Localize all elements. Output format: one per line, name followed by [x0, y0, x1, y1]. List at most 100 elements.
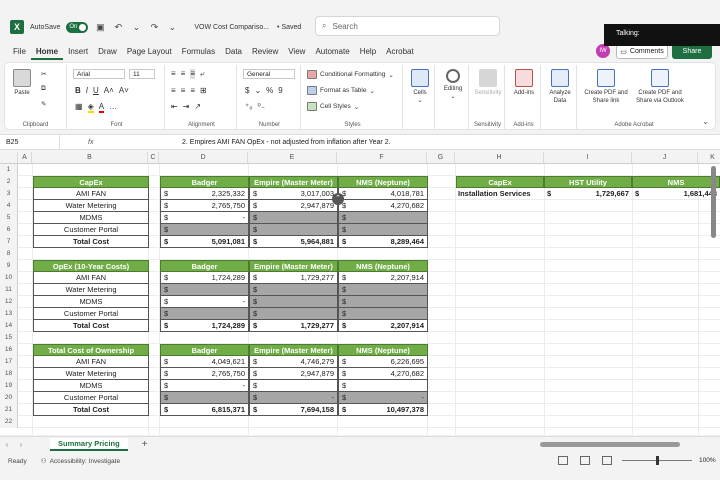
increase-indent-icon[interactable]: ⇥ [183, 102, 190, 111]
column-header[interactable]: E [248, 152, 337, 164]
worksheet-grid[interactable]: A B C D E F G H I J K 1 2 3 4 5 6 7 8 9 10 11 12 13 14 15 16 17 18 19… [0, 152, 720, 435]
capex-vendor-header[interactable]: Badger [160, 176, 249, 188]
tco-value-cell[interactable]: $ - [338, 392, 428, 404]
bold-icon[interactable]: B [75, 86, 81, 95]
capex-value-cell[interactable]: $2,765,750 [160, 200, 249, 212]
tco-value-cell[interactable]: $ [338, 380, 428, 392]
row-header[interactable]: 6 [0, 224, 18, 236]
tco-row-label[interactable]: MDMS [33, 380, 149, 392]
tab-view[interactable]: View [283, 44, 310, 60]
hst-value-cell[interactable]: $1,681,443 [632, 188, 720, 200]
tco-value-cell[interactable]: $4,270,682 [338, 368, 428, 380]
tab-file[interactable]: File [8, 44, 31, 60]
opex-row-label[interactable]: Water Metering [33, 284, 149, 296]
sheet-tab-summary-pricing[interactable]: Summary Pricing [50, 438, 128, 451]
page-layout-view-icon[interactable] [580, 456, 590, 465]
cut-button[interactable]: ✂ [41, 70, 46, 78]
opex-value-cell[interactable]: $2,207,914 [338, 272, 428, 284]
sensitivity-button[interactable]: Sensitivity [473, 69, 503, 97]
hst-value-cell[interactable]: $1,729,667 [544, 188, 632, 200]
add-sheet-button[interactable]: + [142, 439, 148, 450]
tab-review[interactable]: Review [247, 44, 283, 60]
hst-row-label[interactable]: Installation Services [458, 188, 544, 200]
conditional-formatting-button[interactable]: Conditional Formatting ⌄ [307, 70, 394, 79]
editing-button[interactable]: Editing ⌄ [439, 69, 467, 101]
fill-color-icon[interactable]: ◈ [87, 102, 94, 113]
opex-value-cell[interactable]: $ [160, 308, 249, 320]
italic-icon[interactable]: I [86, 86, 88, 95]
capex-value-cell[interactable]: $2,947,879 [249, 200, 338, 212]
capex-value-cell[interactable]: $ [338, 212, 428, 224]
column-header[interactable]: F [337, 152, 427, 164]
capex-row-label[interactable]: Total Cost [33, 236, 149, 248]
percent-icon[interactable]: % [266, 86, 273, 95]
wrap-text-icon[interactable]: ⤶ [200, 69, 204, 79]
tco-value-cell[interactable]: $ - [160, 380, 249, 392]
opex-value-cell[interactable]: $ [338, 296, 428, 308]
vertical-scrollbar[interactable] [711, 166, 716, 238]
cell-styles-button[interactable]: Cell Styles ⌄ [307, 102, 359, 111]
format-as-table-button[interactable]: Format as Table ⌄ [307, 86, 375, 95]
cells-button[interactable]: Cells ⌄ [409, 69, 431, 105]
share-button[interactable]: Share [672, 44, 712, 59]
tco-title[interactable]: Total Cost of Ownership [33, 344, 149, 356]
opex-value-cell[interactable]: $1,729,277 [249, 272, 338, 284]
tab-home[interactable]: Home [30, 44, 64, 60]
tab-formulas[interactable]: Formulas [177, 44, 220, 60]
capex-value-cell[interactable]: $ [249, 212, 338, 224]
merge-center-icon[interactable]: ⊞ [200, 86, 207, 95]
tco-value-cell[interactable]: $6,815,371 [160, 404, 249, 416]
tco-row-label[interactable]: AMI FAN [33, 356, 149, 368]
capex-vendor-header[interactable]: Empire (Master Meter) [249, 176, 338, 188]
opex-value-cell[interactable]: $1,724,289 [160, 272, 249, 284]
row-header[interactable]: 15 [0, 332, 18, 344]
align-top-icon[interactable]: ≡ [171, 69, 176, 79]
capex-value-cell[interactable]: $5,091,081 [160, 236, 249, 248]
name-box[interactable]: B25 [0, 135, 60, 149]
opex-value-cell[interactable]: $ [249, 284, 338, 296]
row-header[interactable]: 19 [0, 380, 18, 392]
column-header[interactable]: I [544, 152, 632, 164]
opex-vendor-header[interactable]: Badger [160, 260, 249, 272]
align-center-icon[interactable]: ≡ [181, 86, 186, 95]
normal-view-icon[interactable] [558, 456, 568, 465]
capex-value-cell[interactable]: $8,289,464 [338, 236, 428, 248]
opex-row-label[interactable]: MDMS [33, 296, 149, 308]
tco-value-cell[interactable]: $ [160, 392, 249, 404]
tab-help[interactable]: Help [355, 44, 381, 60]
accessibility-status[interactable]: Accessibility: Investigate [50, 458, 120, 465]
chevron-down-icon[interactable]: ⌄ [130, 22, 142, 33]
capex-row-label[interactable]: MDMS [33, 212, 149, 224]
opex-title[interactable]: OpEx (10-Year Costs) [33, 260, 149, 272]
opex-vendor-header[interactable]: Empire (Master Meter) [249, 260, 338, 272]
row-header[interactable]: 17 [0, 356, 18, 368]
capex-value-cell[interactable]: $3,017,003 [249, 188, 338, 200]
decrease-indent-icon[interactable]: ⇤ [171, 102, 178, 111]
row-header[interactable]: 8 [0, 248, 18, 260]
column-header[interactable]: H [455, 152, 544, 164]
opex-value-cell[interactable]: $2,207,914 [338, 320, 428, 332]
search-box[interactable]: ⌕ Search [315, 16, 500, 36]
row-header[interactable]: 18 [0, 368, 18, 380]
number-format-dropdown[interactable]: General [243, 69, 295, 79]
row-header[interactable]: 2 [0, 176, 18, 188]
capex-value-cell[interactable]: $4,270,682 [338, 200, 428, 212]
capex-vendor-header[interactable]: NMS (Neptune) [338, 176, 428, 188]
capex-row-label[interactable]: Customer Portal [33, 224, 149, 236]
tab-insert[interactable]: Insert [63, 44, 93, 60]
analyze-data-button[interactable]: Analyze Data [545, 69, 575, 105]
tab-data[interactable]: Data [220, 44, 247, 60]
accessibility-icon[interactable]: ⚇ [41, 457, 47, 465]
font-size-dropdown[interactable]: 11 [129, 69, 155, 79]
zoom-thumb[interactable] [656, 456, 659, 465]
tco-value-cell[interactable]: $ [249, 380, 338, 392]
borders-icon[interactable]: ▦ [75, 102, 83, 113]
insert-function-icon[interactable]: fx [60, 139, 160, 146]
tab-automate[interactable]: Automate [310, 44, 354, 60]
tco-value-cell[interactable]: $2,765,750 [160, 368, 249, 380]
row-header[interactable]: 3 [0, 188, 18, 200]
redo-icon[interactable]: ↷ [148, 22, 160, 33]
align-bottom-icon[interactable]: ≡ [190, 69, 196, 79]
hst-vendor-header[interactable]: NMS [632, 176, 720, 188]
capex-value-cell[interactable]: $4,018,781 [338, 188, 428, 200]
